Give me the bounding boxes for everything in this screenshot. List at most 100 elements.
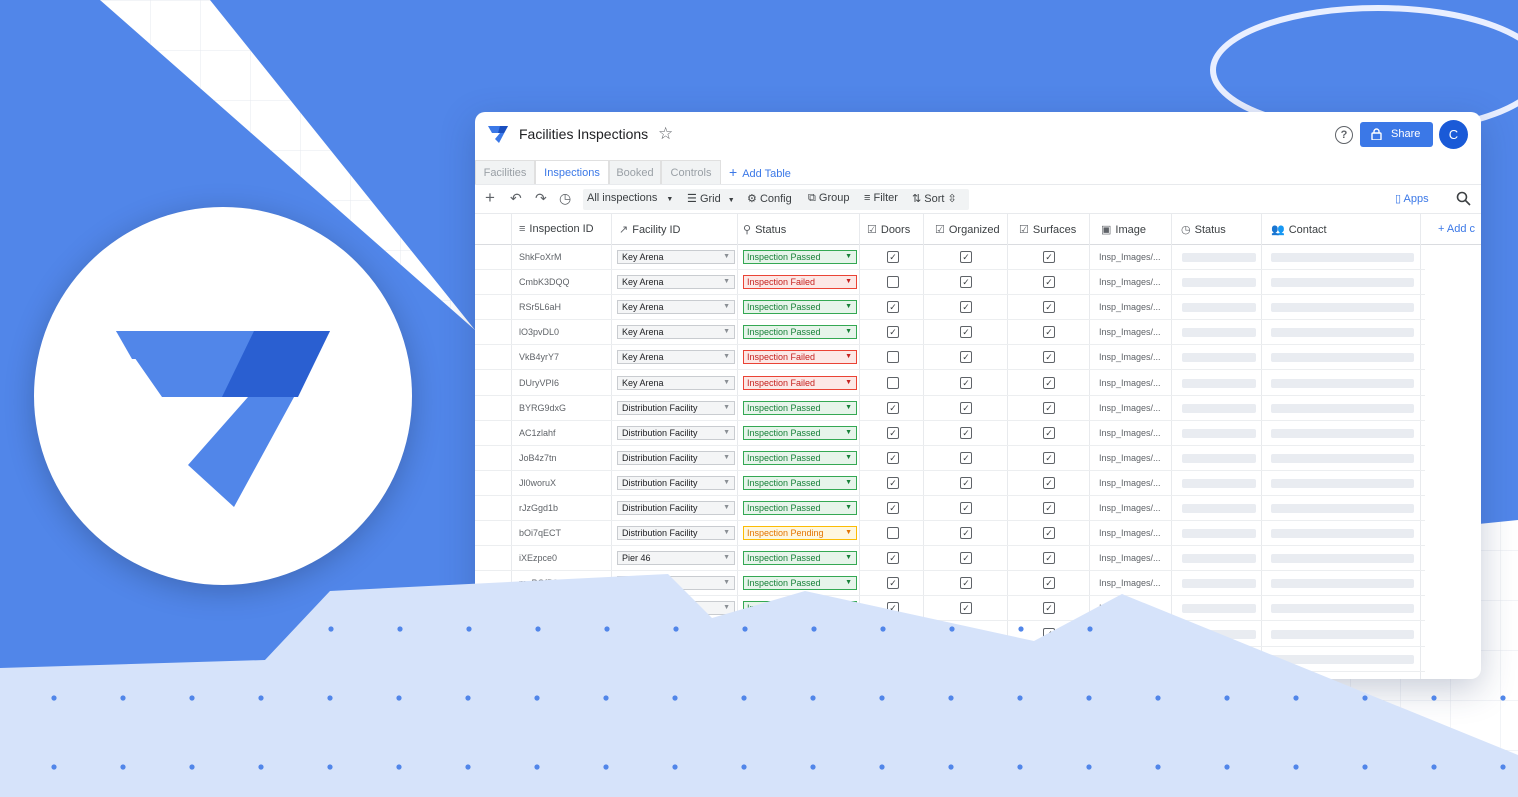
status-dropdown[interactable]: Inspection Passed ▼ <box>743 450 857 465</box>
inspection-id-cell[interactable]: bOi7qECT <box>519 528 561 538</box>
tab-facilities[interactable]: Facilities <box>475 160 535 184</box>
table-row[interactable]: RSr5L6aH Key Arena ▼ Inspection Passed ▼ ✓ ✓ ✓ I… <box>475 295 1425 321</box>
doors-checkbox[interactable]: ✓ <box>887 251 899 263</box>
contact-placeholder[interactable] <box>1271 328 1414 338</box>
contact-placeholder[interactable] <box>1271 303 1414 313</box>
table-row[interactable]: AC1zlahf Distribution Facility ▼ Inspection… <box>475 421 1425 446</box>
add-table-button[interactable]: + Add Table <box>729 164 791 180</box>
doors-checkbox[interactable] <box>887 627 899 640</box>
inspection-id-cell[interactable]: CmbK3DQQ <box>519 277 570 287</box>
contact-placeholder[interactable] <box>1271 654 1414 664</box>
image-cell[interactable]: Insp_Images/... <box>1099 352 1161 362</box>
inspection-id-cell[interactable]: AC1zlahf <box>519 428 556 438</box>
table-row[interactable]: ▼ ✓ ✓ Images/... <box>475 622 1425 647</box>
status-dropdown[interactable]: Inspection Failed ▼ <box>743 375 857 390</box>
facility-dropdown[interactable]: ▼ <box>617 651 735 666</box>
image-cell[interactable]: Insp_Images/... <box>1099 403 1161 413</box>
inspection-id-cell[interactable]: JoB4z7tn <box>519 453 557 463</box>
doors-checkbox[interactable]: ✓ <box>887 502 899 514</box>
image-cell[interactable]: Insp_Images/... <box>1099 553 1161 563</box>
surfaces-checkbox[interactable]: ✓ <box>1043 552 1055 565</box>
table-row[interactable]: iXEzpce0 Pier 46 ▼ Inspection Passed ▼ ✓ ✓ ✓ Ins… <box>475 546 1425 572</box>
doors-checkbox[interactable]: ✓ <box>887 301 899 314</box>
column-header[interactable]: ▣ Image <box>1101 223 1146 236</box>
column-header[interactable]: ↗ Facility ID <box>619 223 681 236</box>
status-placeholder[interactable] <box>1182 403 1256 413</box>
contact-placeholder[interactable] <box>1271 554 1414 564</box>
organized-checkbox[interactable]: ✓ <box>960 451 972 464</box>
status-placeholder[interactable] <box>1182 629 1256 639</box>
inspection-id-cell[interactable]: Jl0woruX <box>519 478 556 488</box>
organized-checkbox[interactable]: ✓ <box>960 301 972 314</box>
doors-checkbox[interactable]: ✓ <box>887 326 899 339</box>
surfaces-checkbox[interactable]: ✓ <box>1043 376 1055 389</box>
table-row[interactable]: JoB4z7tn Distribution Facility ▼ Inspection… <box>475 446 1425 471</box>
contact-placeholder[interactable] <box>1271 428 1414 438</box>
table-row[interactable]: CmbK3DQQ Key Arena ▼ Inspection Failed ▼ ✓ ✓ In… <box>475 270 1425 296</box>
star-icon[interactable]: ☆ <box>658 124 673 144</box>
image-cell[interactable]: Images/... <box>1099 629 1139 639</box>
organized-checkbox[interactable]: ✓ <box>960 276 972 289</box>
facility-dropdown[interactable]: Distribution Facility ▼ <box>617 526 735 541</box>
surfaces-checkbox[interactable]: ✓ <box>1043 602 1055 615</box>
image-cell[interactable]: Insp_Images/... <box>1099 327 1161 337</box>
filter-button[interactable]: ≡ Filter <box>864 192 898 204</box>
image-cell[interactable]: Insp_Images/... <box>1099 578 1161 588</box>
doors-checkbox[interactable] <box>887 376 899 389</box>
table-row[interactable]: rJzGgd1b Distribution Facility ▼ Inspection… <box>475 496 1425 521</box>
inspection-id-cell[interactable]: RSr5L6aH <box>519 302 561 312</box>
status-placeholder[interactable] <box>1182 654 1256 664</box>
column-header[interactable]: ☑ Surfaces <box>1019 223 1076 236</box>
inspection-id-cell[interactable]: maPOfB2o <box>519 578 563 588</box>
status-placeholder[interactable] <box>1182 428 1256 438</box>
doors-checkbox[interactable]: ✓ <box>887 552 899 565</box>
status-placeholder[interactable] <box>1182 604 1256 614</box>
contact-placeholder[interactable] <box>1271 453 1414 463</box>
inspection-id-cell[interactable]: lO3pvDL0 <box>519 327 559 337</box>
surfaces-checkbox[interactable]: ✓ <box>1043 451 1055 464</box>
add-row-icon[interactable]: + <box>485 188 495 208</box>
inspection-id-cell[interactable]: BYRG9dxG <box>519 403 566 413</box>
surfaces-checkbox[interactable]: ✓ <box>1043 652 1055 665</box>
status-placeholder[interactable] <box>1182 353 1256 363</box>
view-selector[interactable]: All inspections ▼ <box>587 192 673 204</box>
organized-checkbox[interactable]: ✓ <box>960 602 972 615</box>
tab-inspections[interactable]: Inspections <box>535 160 609 184</box>
surfaces-checkbox[interactable]: ✓ <box>1043 476 1055 489</box>
doors-checkbox[interactable]: ✓ <box>887 426 899 439</box>
surfaces-checkbox[interactable]: ✓ <box>1043 426 1055 439</box>
table-row[interactable]: BYRG9dxG Distribution Facility ▼ Inspection… <box>475 396 1425 421</box>
status-dropdown[interactable]: Inspection Failed ▼ <box>743 275 857 290</box>
organized-checkbox[interactable]: ✓ <box>960 476 972 489</box>
status-placeholder[interactable] <box>1182 378 1256 388</box>
image-cell[interactable]: Insp_Images/... <box>1099 503 1161 513</box>
organized-checkbox[interactable]: ✓ <box>960 577 972 590</box>
surfaces-checkbox[interactable]: ✓ <box>1043 301 1055 314</box>
table-row[interactable]: ▼ Inspection Pa ▼ ✓ ✓ ✓ Images/... <box>475 596 1425 622</box>
status-dropdown[interactable]: Inspection Pa ▼ <box>743 601 857 616</box>
facility-dropdown[interactable]: ▼ <box>617 601 735 616</box>
surfaces-checkbox[interactable]: ✓ <box>1043 326 1055 339</box>
status-placeholder[interactable] <box>1182 529 1256 539</box>
organized-checkbox[interactable]: ✓ <box>960 652 972 665</box>
contact-placeholder[interactable] <box>1271 378 1414 388</box>
apps-button[interactable]: ▯ Apps <box>1395 192 1429 205</box>
organized-checkbox[interactable]: ✓ <box>960 326 972 339</box>
status-placeholder[interactable] <box>1182 328 1256 338</box>
facility-dropdown[interactable]: ▼ <box>617 626 735 641</box>
inspection-id-cell[interactable]: iXEzpce0 <box>519 553 557 563</box>
status-dropdown[interactable]: Inspection Pending ▼ <box>743 526 857 541</box>
table-row[interactable]: DUryVPI6 Key Arena ▼ Inspection Failed ▼ ✓ ✓ In… <box>475 371 1425 396</box>
column-header[interactable]: ◷ Status <box>1181 223 1226 236</box>
image-cell[interactable]: Insp_Images/... <box>1099 378 1161 388</box>
facility-dropdown[interactable]: Distribution Facility ▼ <box>617 501 735 515</box>
status-placeholder[interactable] <box>1182 453 1256 463</box>
status-placeholder[interactable] <box>1182 554 1256 564</box>
contact-placeholder[interactable] <box>1271 403 1414 413</box>
table-row[interactable]: maPOfB2o ▼ Inspection Passed ▼ ✓ ✓ ✓ Insp_Image… <box>475 571 1425 597</box>
status-placeholder[interactable] <box>1182 478 1256 488</box>
contact-placeholder[interactable] <box>1271 278 1414 288</box>
status-dropdown[interactable]: Inspection Passed ▼ <box>743 475 857 490</box>
status-dropdown[interactable]: Inspection Passed ▼ <box>743 300 857 315</box>
facility-dropdown[interactable]: Distribution Facility ▼ <box>617 400 735 415</box>
